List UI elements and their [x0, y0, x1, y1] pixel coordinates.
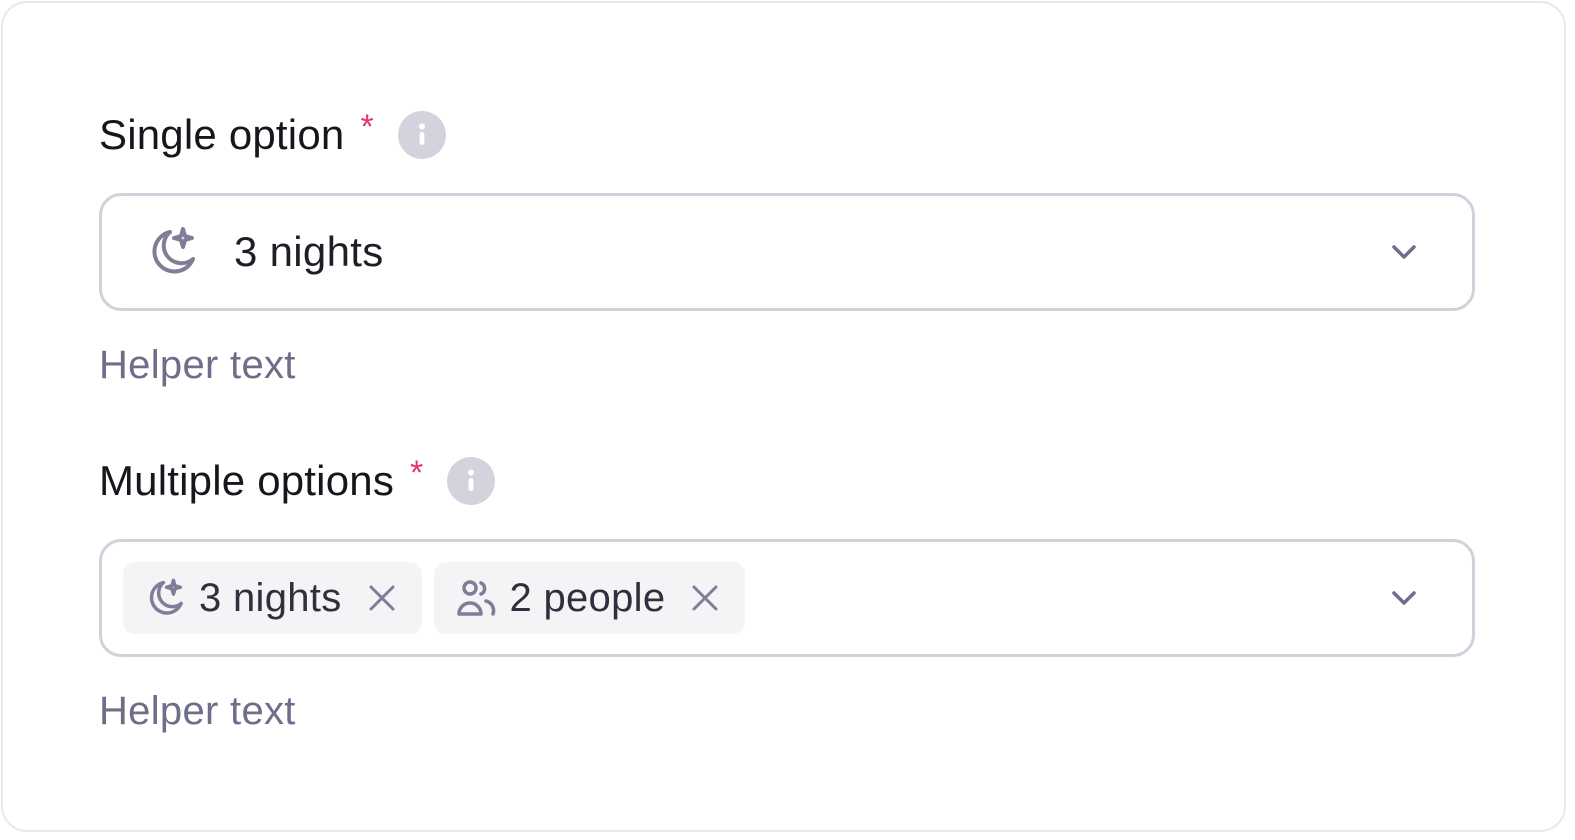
field-label-row: Single option * — [99, 107, 1475, 163]
single-select[interactable]: 3 nights — [99, 193, 1475, 311]
chip-label: 3 nights — [199, 575, 342, 620]
field-label-row: Multiple options * — [99, 453, 1475, 509]
helper-text: Helper text — [99, 343, 296, 387]
close-icon[interactable] — [689, 582, 721, 614]
multi-select[interactable]: 3 nights 2 people — [99, 539, 1475, 657]
single-option-field: Single option * 3 nights Helper text — [99, 107, 1475, 389]
chevron-down-icon[interactable] — [1388, 582, 1420, 614]
moon-stars-icon — [146, 226, 198, 278]
field-label: Multiple options — [99, 457, 395, 504]
moon-stars-icon — [145, 578, 185, 618]
form-card: Single option * 3 nights Helper text Mul… — [1, 1, 1566, 832]
info-icon[interactable] — [447, 457, 496, 505]
required-asterisk: * — [410, 453, 424, 492]
close-icon[interactable] — [366, 582, 398, 614]
field-label: Single option — [99, 111, 345, 158]
multiple-options-field: Multiple options * 3 nights 2 people Hel… — [99, 453, 1475, 735]
helper-text: Helper text — [99, 689, 296, 733]
chip-label: 2 people — [509, 575, 666, 620]
chevron-down-icon[interactable] — [1388, 236, 1420, 268]
selected-chip-people: 2 people — [433, 562, 746, 634]
selected-value: 3 nights — [234, 228, 384, 275]
selected-chip-nights: 3 nights — [123, 562, 422, 634]
info-icon[interactable] — [397, 111, 446, 159]
required-asterisk: * — [360, 107, 374, 146]
users-icon — [456, 578, 496, 618]
